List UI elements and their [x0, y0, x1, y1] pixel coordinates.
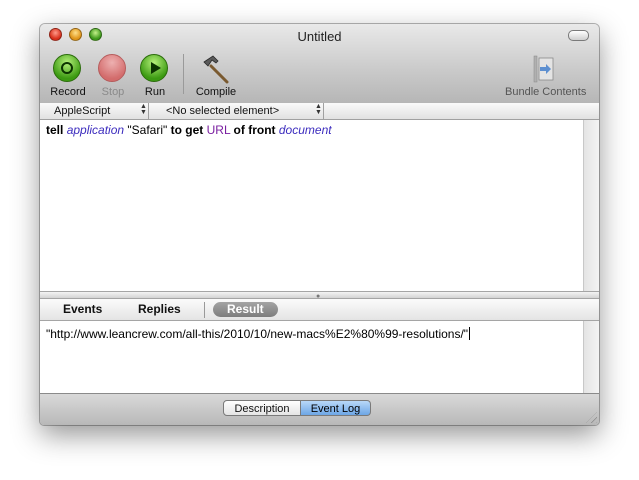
run-label: Run: [144, 86, 166, 98]
code-token: URL: [206, 123, 231, 137]
editor-scrollbar[interactable]: [583, 120, 599, 291]
result-text: "http://www.leancrew.com/all-this/2010/1…: [46, 327, 471, 341]
popup-divider: [323, 103, 324, 119]
resize-grip-icon[interactable]: [586, 412, 597, 423]
script-code-line: tell application "Safari" to get URL of …: [46, 123, 332, 137]
element-popup[interactable]: <No selected element>: [166, 103, 279, 119]
tab-replies[interactable]: Replies: [138, 302, 181, 317]
hammer-icon: [203, 55, 229, 84]
code-token: to get: [170, 123, 204, 137]
language-popup[interactable]: AppleScript: [54, 103, 110, 119]
popup-divider: [148, 103, 149, 119]
navigation-bar: AppleScript ▲ ▼ <No selected element> ▲ ▼: [40, 103, 599, 120]
result-value: "http://www.leancrew.com/all-this/2010/1…: [46, 327, 469, 341]
stop-icon: [98, 54, 126, 82]
text-cursor: [469, 327, 471, 340]
script-editor[interactable]: tell application "Safari" to get URL of …: [40, 120, 599, 291]
code-token: application: [66, 123, 125, 137]
description-segment[interactable]: Description: [223, 400, 301, 416]
title-toolbar-area: Untitled Record Stop Run Compile Bundle …: [40, 24, 599, 104]
run-icon: [140, 54, 168, 82]
code-token: tell: [46, 123, 64, 137]
code-token: "Safari": [127, 123, 168, 137]
bundle-contents-label: Bundle Contents: [505, 86, 587, 98]
result-scrollbar[interactable]: [583, 321, 599, 393]
compile-label: Compile: [195, 86, 237, 98]
toolbar-toggle-button[interactable]: [568, 30, 589, 41]
split-view-divider[interactable]: ●: [40, 291, 599, 300]
event-log-segment[interactable]: Event Log: [301, 400, 371, 416]
script-editor-window: Untitled Record Stop Run Compile Bundle …: [40, 24, 599, 425]
record-icon: [53, 54, 81, 82]
log-tab-bar: Events Replies Result: [40, 299, 599, 321]
chevron-updown-icon: ▲ ▼: [140, 103, 147, 116]
tab-divider: [204, 302, 205, 318]
code-token: document: [278, 123, 332, 137]
tab-events[interactable]: Events: [63, 302, 102, 317]
tab-result[interactable]: Result: [213, 302, 278, 317]
element-popup-value: <No selected element>: [166, 105, 280, 117]
chevron-updown-icon: ▲ ▼: [315, 103, 322, 116]
code-token: of front: [233, 123, 276, 137]
language-popup-value: AppleScript: [54, 105, 111, 117]
result-pane[interactable]: "http://www.leancrew.com/all-this/2010/1…: [40, 321, 599, 393]
bundle-contents-icon: [533, 55, 554, 83]
bottom-bar: Description Event Log: [40, 393, 599, 425]
window-title: Untitled: [297, 29, 342, 44]
